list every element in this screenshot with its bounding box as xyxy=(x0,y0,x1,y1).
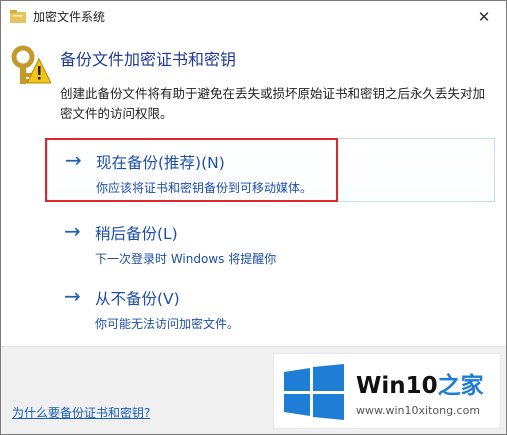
option-subtitle: 你可能无法访问加密文件。 xyxy=(95,317,240,331)
option-never-backup[interactable]: → 从不备份(V) 你可能无法访问加密文件。 xyxy=(47,275,495,339)
brand-name: Win10之家 xyxy=(356,366,484,400)
page-title: 备份文件加密证书和密钥 xyxy=(60,50,237,69)
key-folder-icon xyxy=(10,10,26,23)
windows-logo-icon xyxy=(284,364,344,420)
brand-url: www.win10xitong.com xyxy=(356,404,481,417)
brand-prefix: Win10 xyxy=(356,373,438,399)
brand-suffix: 之家 xyxy=(437,373,484,399)
arrow-right-icon: → xyxy=(64,219,81,243)
watermark: Win10之家 www.win10xitong.com xyxy=(273,353,501,429)
close-icon: ✕ xyxy=(477,7,491,26)
efs-dialog: 加密文件系统 ✕ 备份文件加密证书和密钥 创建此备份文件将有助于避免在丢失或损坏… xyxy=(0,0,507,435)
option-subtitle: 下一次登录时 Windows 将提醒你 xyxy=(95,252,277,266)
window-title: 加密文件系统 xyxy=(33,10,106,24)
page-description: 创建此备份文件将有助于避免在丢失或损坏原始证书和密钥之后永久丢失对加密文件的访问… xyxy=(60,86,486,121)
option-title: 从不备份(V) xyxy=(95,290,180,308)
certificate-warning-icon xyxy=(11,45,51,84)
arrow-right-icon: → xyxy=(65,148,82,172)
option-title: 现在备份(推荐)(N) xyxy=(96,154,225,172)
help-link[interactable]: 为什么要备份证书和密钥? xyxy=(12,404,150,421)
option-backup-later[interactable]: → 稍后备份(L) 下一次登录时 Windows 将提醒你 xyxy=(47,210,495,274)
option-backup-now[interactable]: → 现在备份(推荐)(N) 你应该将证书和密钥备份到可移动媒体。 xyxy=(47,138,495,202)
option-title: 稍后备份(L) xyxy=(95,225,178,243)
title-bar: 加密文件系统 ✕ xyxy=(1,1,506,32)
arrow-right-icon: → xyxy=(64,284,81,308)
option-subtitle: 你应该将证书和密钥备份到可移动媒体。 xyxy=(96,181,313,195)
close-button[interactable]: ✕ xyxy=(462,1,506,32)
